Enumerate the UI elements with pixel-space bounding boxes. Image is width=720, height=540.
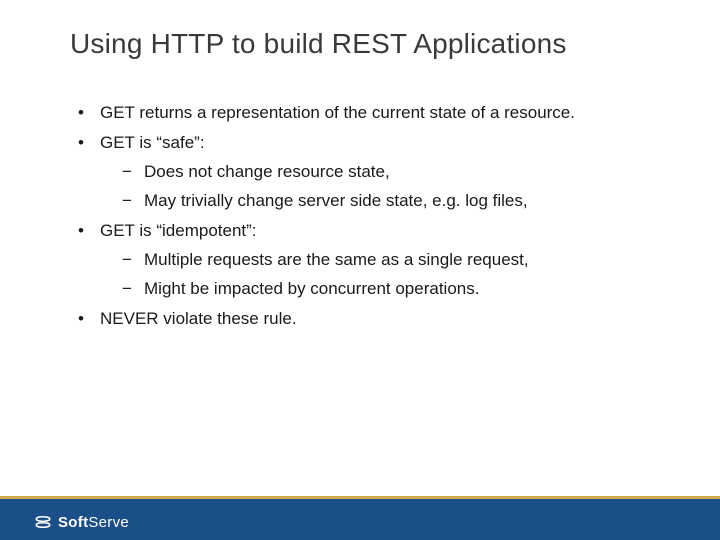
bullet-text: GET is “safe”: — [100, 133, 205, 152]
slide-content: GET returns a representation of the curr… — [0, 60, 720, 333]
bullet-item: GET is “idempotent”: Multiple requests a… — [78, 218, 660, 302]
bullet-list: GET returns a representation of the curr… — [78, 100, 660, 333]
brand-name-light: Serve — [88, 514, 129, 531]
footer: SoftServe — [0, 496, 720, 540]
bullet-item: NEVER violate these rule. — [78, 306, 660, 332]
brand-name: SoftServe — [58, 514, 129, 531]
bullet-item: GET is “safe”: Does not change resource … — [78, 130, 660, 214]
slide-title: Using HTTP to build REST Applications — [0, 0, 720, 60]
slide: Using HTTP to build REST Applications GE… — [0, 0, 720, 540]
brand-name-bold: Soft — [58, 514, 88, 531]
brand: SoftServe — [34, 513, 129, 531]
brand-logo-icon — [34, 513, 52, 531]
sub-item: May trivially change server side state, … — [122, 188, 660, 214]
sub-list: Does not change resource state, May triv… — [122, 159, 660, 215]
sub-item: Might be impacted by concurrent operatio… — [122, 276, 660, 302]
sub-item: Multiple requests are the same as a sing… — [122, 247, 660, 273]
bullet-item: GET returns a representation of the curr… — [78, 100, 660, 126]
sub-item: Does not change resource state, — [122, 159, 660, 185]
sub-list: Multiple requests are the same as a sing… — [122, 247, 660, 303]
bullet-text: GET is “idempotent”: — [100, 221, 257, 240]
